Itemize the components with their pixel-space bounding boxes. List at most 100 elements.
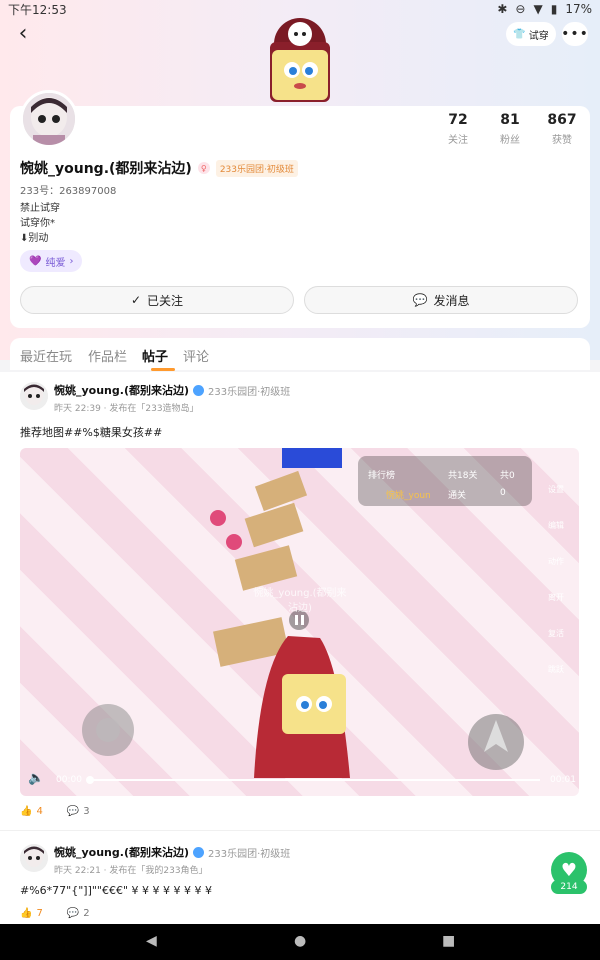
comment-button[interactable]: 💬 2 — [67, 908, 90, 919]
try-on-button[interactable]: 👕 试穿 — [506, 22, 556, 46]
bio-line: 禁止试穿 — [20, 203, 60, 214]
nav-home-icon[interactable]: ● — [294, 933, 306, 949]
back-button[interactable]: ‹ — [10, 20, 36, 46]
game-edit-button[interactable]: 编辑 — [540, 508, 572, 544]
thumbs-up-icon: 👍 — [20, 908, 33, 919]
post-header: 惋姚_young.(都别来沾边) 233乐园团·初级班 昨天 22:21 · 发… — [20, 844, 290, 876]
more-button[interactable]: ••• — [561, 22, 589, 46]
likes-label: 获赞 — [552, 135, 572, 146]
stat-fans[interactable]: 81 粉丝 — [484, 112, 536, 146]
following-count: 72 — [448, 112, 468, 128]
battery-icon: ▮ — [550, 2, 558, 16]
followed-button[interactable]: ✓ 已关注 — [20, 286, 294, 314]
post-video[interactable]: 排行榜 共18关 共0 惋姚_youn 通关 0 惋姚_young.(都别来沾边… — [20, 448, 579, 796]
outfit-icon: 👕 — [513, 28, 526, 40]
post-avatar[interactable] — [20, 844, 48, 872]
nav-recents-icon[interactable]: ■ — [442, 933, 455, 949]
profile-uid: 233号：263897008 — [20, 186, 117, 197]
profile-bio: 禁止试穿 试穿你* ⬇别动 — [20, 201, 60, 246]
post-divider — [0, 830, 600, 831]
stat-following[interactable]: 72 关注 — [432, 112, 484, 146]
rank-coins: 共0 — [500, 471, 515, 481]
post-author-group: 233乐园团·初级班 — [208, 848, 291, 860]
following-label: 关注 — [448, 135, 468, 146]
like-button[interactable]: 👍 7 — [20, 908, 43, 919]
tab-posts[interactable]: 帖子 — [142, 346, 168, 365]
game-side-buttons: 设置 编辑 动作 离开 复活 跳跃 — [540, 472, 572, 688]
thumbs-up-icon: 👍 — [20, 806, 33, 817]
bio-line: 试穿你* — [20, 218, 55, 229]
chevron-right-icon: › — [69, 255, 74, 267]
video-watermark: 惋姚_young.(都别来沾边) — [253, 588, 347, 614]
like-count: 7 — [36, 908, 43, 919]
like-count: 4 — [36, 806, 43, 817]
post-author-name[interactable]: 惋姚_young.(都别来沾边) — [54, 844, 189, 860]
wifi-icon: ▼ — [533, 2, 543, 16]
tag-chip[interactable]: 💜 纯爱 › — [20, 250, 83, 272]
comment-icon: 💬 — [66, 806, 80, 817]
game-action-button[interactable]: 动作 — [540, 544, 572, 580]
rank-title: 排行榜 — [368, 471, 396, 481]
profile-name-row: 惋姚_young.(都别来沾边) ♀ 233乐园团·初级班 — [20, 158, 298, 178]
floating-like-count: 214 — [551, 880, 587, 894]
fans-label: 粉丝 — [500, 135, 520, 146]
message-button[interactable]: 💬 发消息 — [304, 286, 578, 314]
followed-label: 已关注 — [147, 293, 184, 308]
tab-recent[interactable]: 最近在玩 — [20, 346, 72, 365]
post-header: 惋姚_young.(都别来沾边) 233乐园团·初级班 昨天 22:39 · 发… — [20, 382, 290, 414]
group-badge[interactable]: 233乐园团·初级班 — [215, 159, 298, 177]
tabs-bar: 最近在玩 作品栏 帖子 评论 — [10, 338, 590, 371]
comment-button[interactable]: 💬 3 — [67, 806, 90, 817]
rank-score: 0 — [500, 488, 506, 498]
status-time: 下午12:53 — [8, 2, 67, 17]
battery-level: 17% — [565, 2, 592, 16]
post-text[interactable]: 推荐地图##%$糖果女孩## — [20, 424, 162, 440]
profile-stats: 72 关注 81 粉丝 867 获赞 — [432, 112, 588, 146]
verified-icon — [193, 846, 204, 858]
game-settings-button[interactable]: 设置 — [540, 472, 572, 508]
like-button[interactable]: 👍 4 — [20, 806, 43, 817]
check-icon: ✓ — [130, 293, 142, 307]
message-icon: 💬 — [412, 293, 428, 307]
post-author-group: 233乐园团·初级班 — [208, 386, 291, 398]
video-time-start: 00:00 — [56, 775, 82, 785]
volume-icon[interactable]: 🔈 — [28, 771, 44, 786]
tag-label: 纯爱 — [45, 257, 66, 269]
video-time-end: 00:01 — [550, 775, 576, 785]
post-actions: 👍 4 💬 3 — [20, 806, 90, 817]
game-jump-button[interactable]: 跳跃 — [540, 652, 572, 688]
post-text[interactable]: #%6*77"{"]]""€€€" ¥ ¥ ¥ ¥ ¥ ¥ ¥ ¥ — [20, 884, 212, 897]
post-feed[interactable]: 惋姚_young.(都别来沾边) 233乐园团·初级班 昨天 22:39 · 发… — [0, 372, 600, 924]
bio-line: ⬇别动 — [20, 233, 49, 244]
more-dots-icon: ••• — [561, 26, 589, 42]
tab-comments[interactable]: 评论 — [183, 346, 209, 365]
chevron-left-icon: ‹ — [18, 20, 28, 46]
post-time: 昨天 22:39 · 发布在「233造物岛」 — [54, 404, 199, 414]
dnd-icon: ⊖ — [515, 2, 526, 16]
game-leave-button[interactable]: 离开 — [540, 580, 572, 616]
try-on-label: 试穿 — [528, 30, 549, 42]
bluetooth-icon: ✱ — [497, 2, 508, 16]
message-label: 发消息 — [433, 293, 470, 308]
character-figure[interactable] — [258, 16, 342, 108]
post-avatar[interactable] — [20, 382, 48, 410]
tab-works[interactable]: 作品栏 — [88, 346, 127, 365]
heart-icon: ♥ — [560, 859, 578, 881]
rank-passed: 通关 — [448, 491, 467, 501]
comment-count: 2 — [83, 908, 90, 919]
nav-back-icon[interactable]: ◀ — [146, 933, 157, 949]
system-nav-bar: ◀ ● ■ — [0, 924, 600, 960]
post-time: 昨天 22:21 · 发布在「我的233角色」 — [54, 866, 208, 876]
comment-icon: 💬 — [66, 908, 80, 919]
game-revive-button[interactable]: 复活 — [540, 616, 572, 652]
comment-count: 3 — [83, 806, 90, 817]
post-author-name[interactable]: 惋姚_young.(都别来沾边) — [54, 382, 189, 398]
stat-likes[interactable]: 867 获赞 — [536, 112, 588, 146]
likes-count: 867 — [547, 112, 577, 128]
rank-levels: 共18关 — [448, 471, 478, 481]
rank-player: 惋姚_youn — [386, 491, 431, 501]
post-actions: 👍 7 💬 2 — [20, 908, 90, 919]
profile-avatar[interactable] — [20, 90, 78, 148]
verified-icon — [193, 384, 204, 396]
heart-icon: 💜 — [29, 255, 42, 267]
